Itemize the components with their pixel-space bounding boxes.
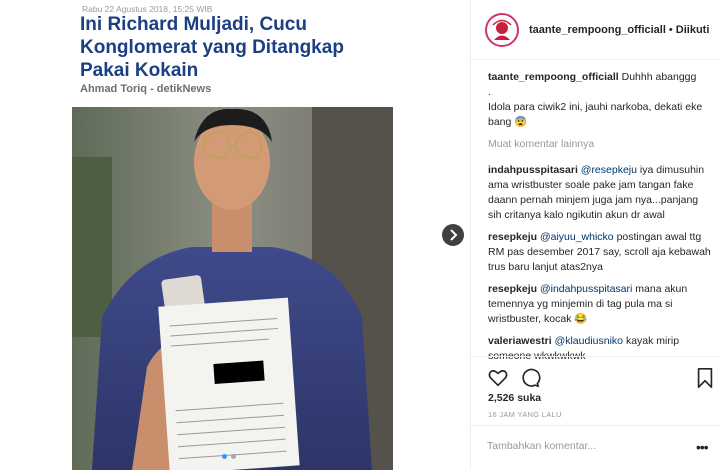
comment-mention[interactable]: @aiyuu_whicko: [540, 231, 614, 243]
next-image-button[interactable]: [442, 224, 464, 246]
comment-username[interactable]: resepkeju: [488, 231, 537, 243]
carousel-dot-active: [222, 454, 227, 459]
comment-username[interactable]: resepkeju: [488, 283, 537, 295]
caption-line-2: .: [488, 86, 491, 98]
comment-item: resepkeju @indahpusspitasari mana akun t…: [488, 282, 714, 327]
heart-icon[interactable]: [487, 367, 509, 389]
comments-section: taante_rempoong_officiall Duhhh abanggg …: [488, 70, 714, 371]
comment-item: indahpusspitasari @resepkeju iya dimusuh…: [488, 163, 714, 223]
add-comment-input[interactable]: [487, 440, 677, 452]
post-username[interactable]: taante_rempoong_officiall: [529, 24, 666, 36]
comment-mention[interactable]: @indahpusspitasari: [540, 283, 632, 295]
carousel-indicator: [222, 454, 236, 459]
news-author: Ahmad Toriq - detikNews: [80, 83, 212, 95]
avatar[interactable]: [485, 12, 519, 47]
comment-username[interactable]: valeriawestri: [488, 335, 552, 347]
photo-illustration: [72, 107, 393, 470]
caption-line-1: Duhhh abanggg: [621, 71, 697, 83]
comment-mention[interactable]: @resepkeju: [581, 164, 637, 176]
follow-status-button[interactable]: Diikuti: [676, 24, 710, 36]
caption-line-3: Idola para ciwik2 ini, jauhi narkoba, de…: [488, 101, 703, 128]
more-options-icon[interactable]: •••: [696, 439, 709, 455]
carousel-dot: [231, 454, 236, 459]
comment-icon[interactable]: [519, 367, 541, 389]
post-timestamp[interactable]: 16 JAM YANG LALU: [488, 410, 562, 419]
post-media: Rabu 22 Agustus 2018, 15:25 WIB Ini Rich…: [0, 0, 470, 470]
bookmark-icon[interactable]: [695, 367, 715, 389]
comment-item: resepkeju @aiyuu_whicko postingan awal t…: [488, 230, 714, 275]
load-more-comments-link[interactable]: Muat komentar lainnya: [488, 137, 714, 152]
profile-logo-icon: [489, 16, 515, 43]
header-separator: •: [668, 23, 673, 36]
comment-mention[interactable]: @klaudiusniko: [555, 335, 623, 347]
news-photo: [72, 107, 393, 470]
post-header: taante_rempoong_officiall • Diikuti: [471, 0, 720, 60]
caption: taante_rempoong_officiall Duhhh abanggg …: [488, 70, 714, 130]
news-headline: Ini Richard Muljadi, Cucu Konglomerat ya…: [80, 14, 344, 81]
like-count[interactable]: 2,526 suka: [488, 392, 541, 404]
comment-username[interactable]: indahpusspitasari: [488, 164, 578, 176]
add-comment-bar: •••: [471, 425, 720, 470]
post-sidebar: taante_rempoong_officiall • Diikuti taan…: [470, 0, 720, 470]
caption-username[interactable]: taante_rempoong_officiall: [488, 71, 619, 83]
chevron-right-icon: [450, 229, 458, 241]
